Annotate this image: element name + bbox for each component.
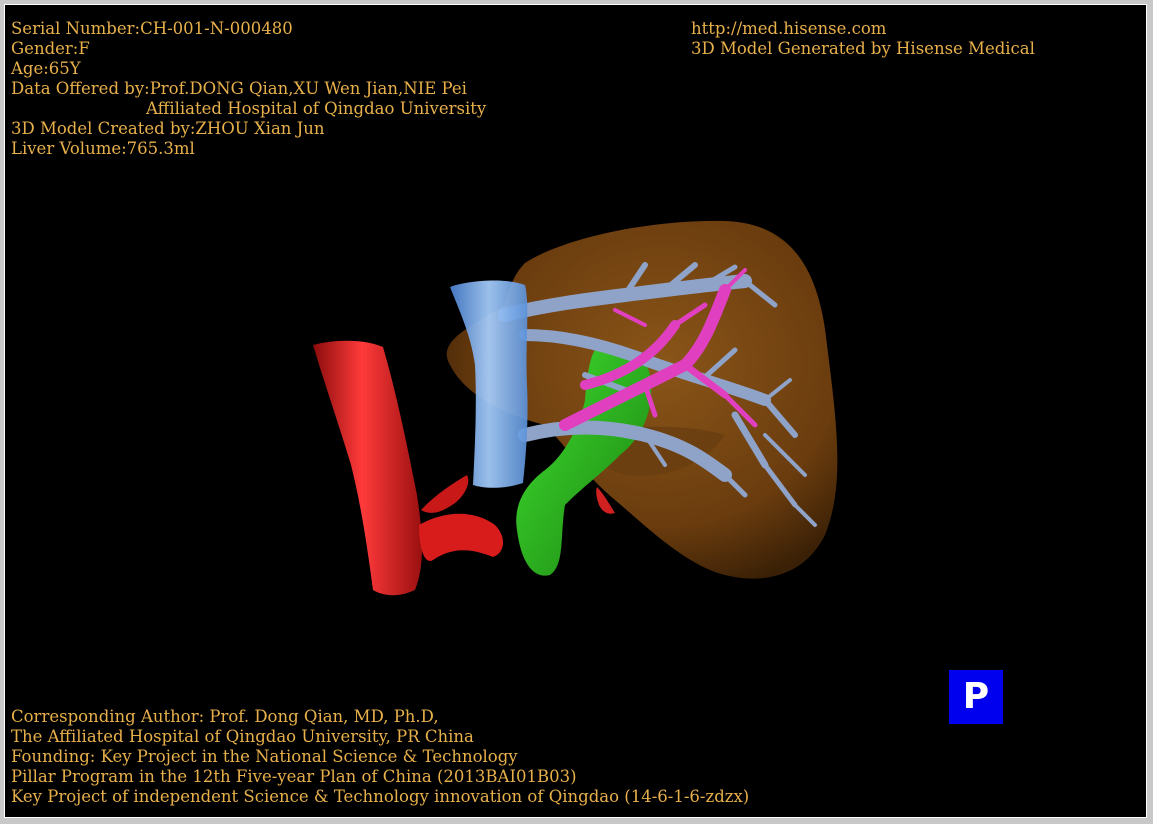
credits-panel: Corresponding Author: Prof. Dong Qian, M… <box>11 707 749 807</box>
branding-panel: http://med.hisense.com 3D Model Generate… <box>691 19 1035 59</box>
website-url: http://med.hisense.com <box>691 19 887 38</box>
hepatic-artery-branch <box>419 513 504 561</box>
age: Age:65Y <box>11 59 81 78</box>
liver-volume: Liver Volume:765.3ml <box>11 139 195 158</box>
3d-viewport[interactable]: Serial Number:CH-001-N-000480 Gender:F A… <box>4 4 1147 818</box>
corresponding-author: Corresponding Author: Prof. Dong Qian, M… <box>11 707 439 726</box>
hospital-name: Affiliated Hospital of Qingdao Universit… <box>146 99 487 118</box>
inferior-vena-cava <box>450 280 528 488</box>
aorta <box>313 340 422 596</box>
pillar-program: Pillar Program in the 12th Five-year Pla… <box>11 767 577 786</box>
p-button[interactable]: P <box>949 670 1003 724</box>
data-offered-by: Data Offered by:Prof.DONG Qian,XU Wen Ji… <box>11 79 467 98</box>
patient-info-panel: Serial Number:CH-001-N-000480 Gender:F A… <box>11 19 486 159</box>
generated-by: 3D Model Generated by Hisense Medical <box>691 39 1035 58</box>
artery-branch-upper <box>421 475 469 513</box>
qingdao-project: Key Project of independent Science & Tec… <box>11 787 750 806</box>
gender: Gender:F <box>11 39 90 58</box>
author-affiliation: The Affiliated Hospital of Qingdao Unive… <box>11 727 474 746</box>
serial-number: Serial Number:CH-001-N-000480 <box>11 19 293 38</box>
model-created-by: 3D Model Created by:ZHOU Xian Jun <box>11 119 325 138</box>
founding: Founding: Key Project in the National Sc… <box>11 747 518 766</box>
